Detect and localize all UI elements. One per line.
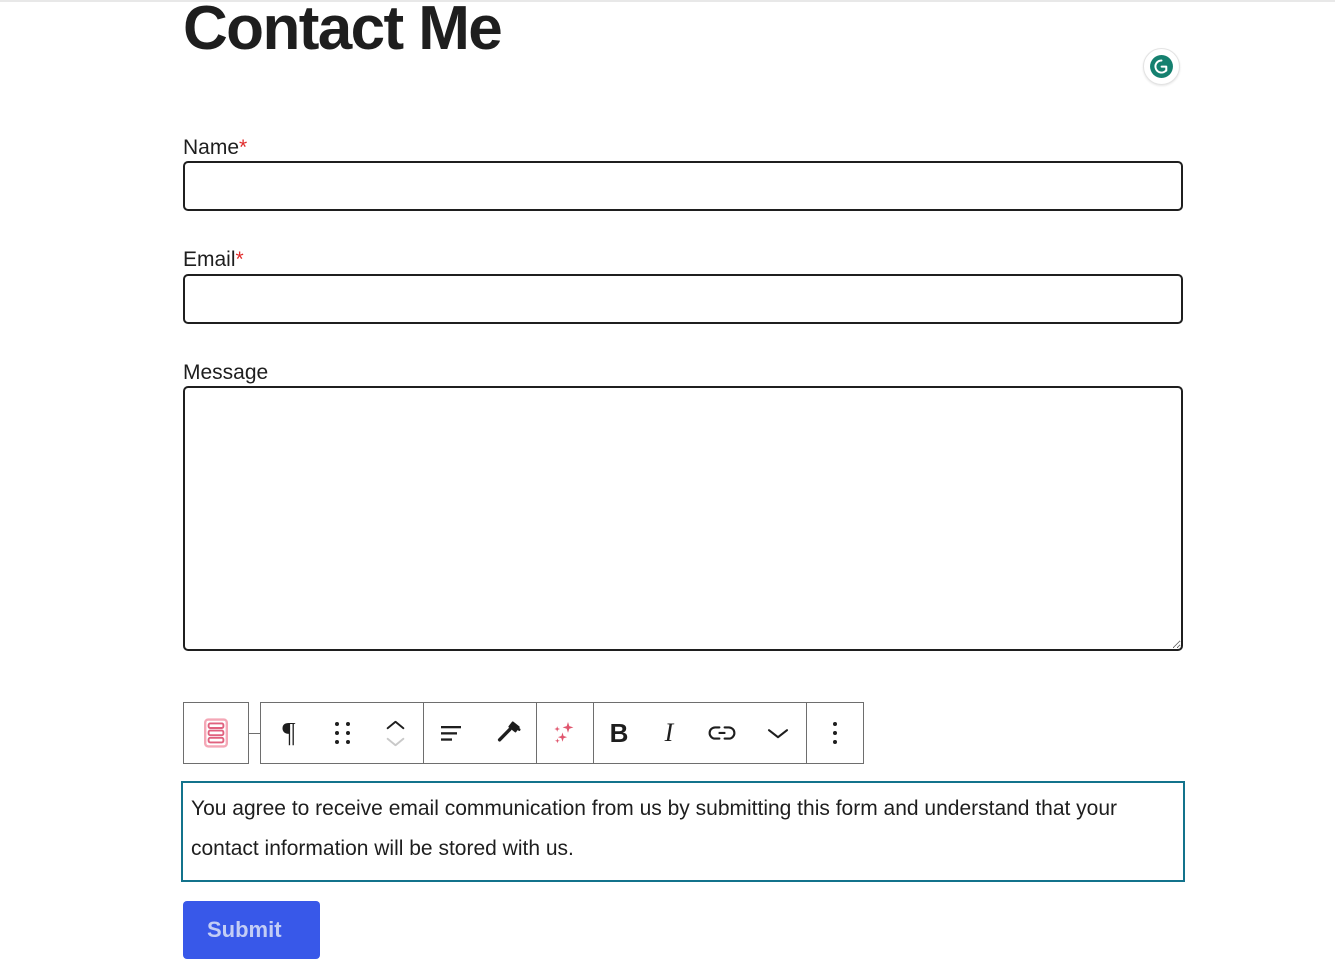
block-toolbar-main: ¶ B I — [260, 702, 864, 764]
sparkles-glyph — [554, 722, 574, 744]
message-label: Message — [183, 361, 268, 384]
form-block-icon — [204, 718, 229, 748]
paragraph-glyph: ¶ — [282, 716, 296, 749]
block-toolbar[interactable]: ¶ B I — [183, 702, 864, 764]
brush-glyph — [497, 721, 521, 742]
block-type-button[interactable] — [183, 702, 249, 764]
move-chevrons — [386, 720, 405, 747]
align-left-glyph — [441, 726, 461, 741]
message-textarea[interactable] — [183, 385, 1183, 651]
paragraph-icon[interactable]: ¶ — [261, 703, 317, 763]
link-glyph — [708, 726, 736, 740]
toolbar-group-options — [807, 703, 863, 763]
chevron-down-glyph — [767, 728, 789, 738]
toolbar-connector — [249, 732, 260, 734]
toolbar-group-align — [424, 703, 537, 763]
align-left-icon[interactable] — [424, 703, 480, 763]
name-label: Name* — [183, 136, 247, 159]
name-required-marker: * — [239, 136, 248, 159]
message-label-text: Message — [183, 360, 269, 384]
chevron-down-disabled-icon — [386, 737, 404, 746]
link-icon[interactable] — [694, 703, 750, 763]
email-input[interactable] — [183, 273, 1183, 324]
chevron-up-icon — [386, 720, 404, 729]
move-up-down-icon[interactable] — [367, 703, 423, 763]
editor-canvas: Contact Me Name* Email* Message ¶ B I Yo… — [0, 0, 1335, 959]
email-label: Email* — [183, 248, 244, 271]
name-input[interactable] — [183, 161, 1183, 212]
bold-icon[interactable]: B — [594, 703, 644, 763]
page-title: Contact Me — [183, 0, 503, 63]
style-brush-icon[interactable] — [480, 703, 536, 763]
bold-glyph: B — [609, 718, 629, 748]
email-required-marker: * — [235, 248, 244, 272]
email-label-text: Email — [183, 248, 236, 272]
name-label-text: Name — [183, 136, 240, 159]
grammarly-badge[interactable] — [1143, 48, 1180, 85]
italic-icon[interactable]: I — [644, 703, 694, 763]
toolbar-group-ai — [537, 703, 594, 763]
consent-text: You agree to receive email communication… — [191, 797, 1118, 861]
more-dots — [833, 722, 837, 744]
consent-block[interactable]: You agree to receive email communication… — [181, 781, 1185, 882]
chevron-down-icon[interactable] — [750, 703, 806, 763]
more-options-icon[interactable] — [807, 703, 863, 763]
drag-handle-icon[interactable] — [317, 703, 367, 763]
toolbar-group-block: ¶ — [261, 703, 424, 763]
submit-button[interactable]: Submit — [183, 901, 320, 959]
toolbar-group-format: B I — [594, 703, 807, 763]
ai-sparkles-icon[interactable] — [537, 703, 593, 763]
italic-glyph: I — [664, 718, 674, 747]
drag-dots — [334, 722, 350, 744]
contact-form: Name* Email* Message — [183, 134, 1183, 651]
grammarly-icon — [1150, 55, 1173, 78]
